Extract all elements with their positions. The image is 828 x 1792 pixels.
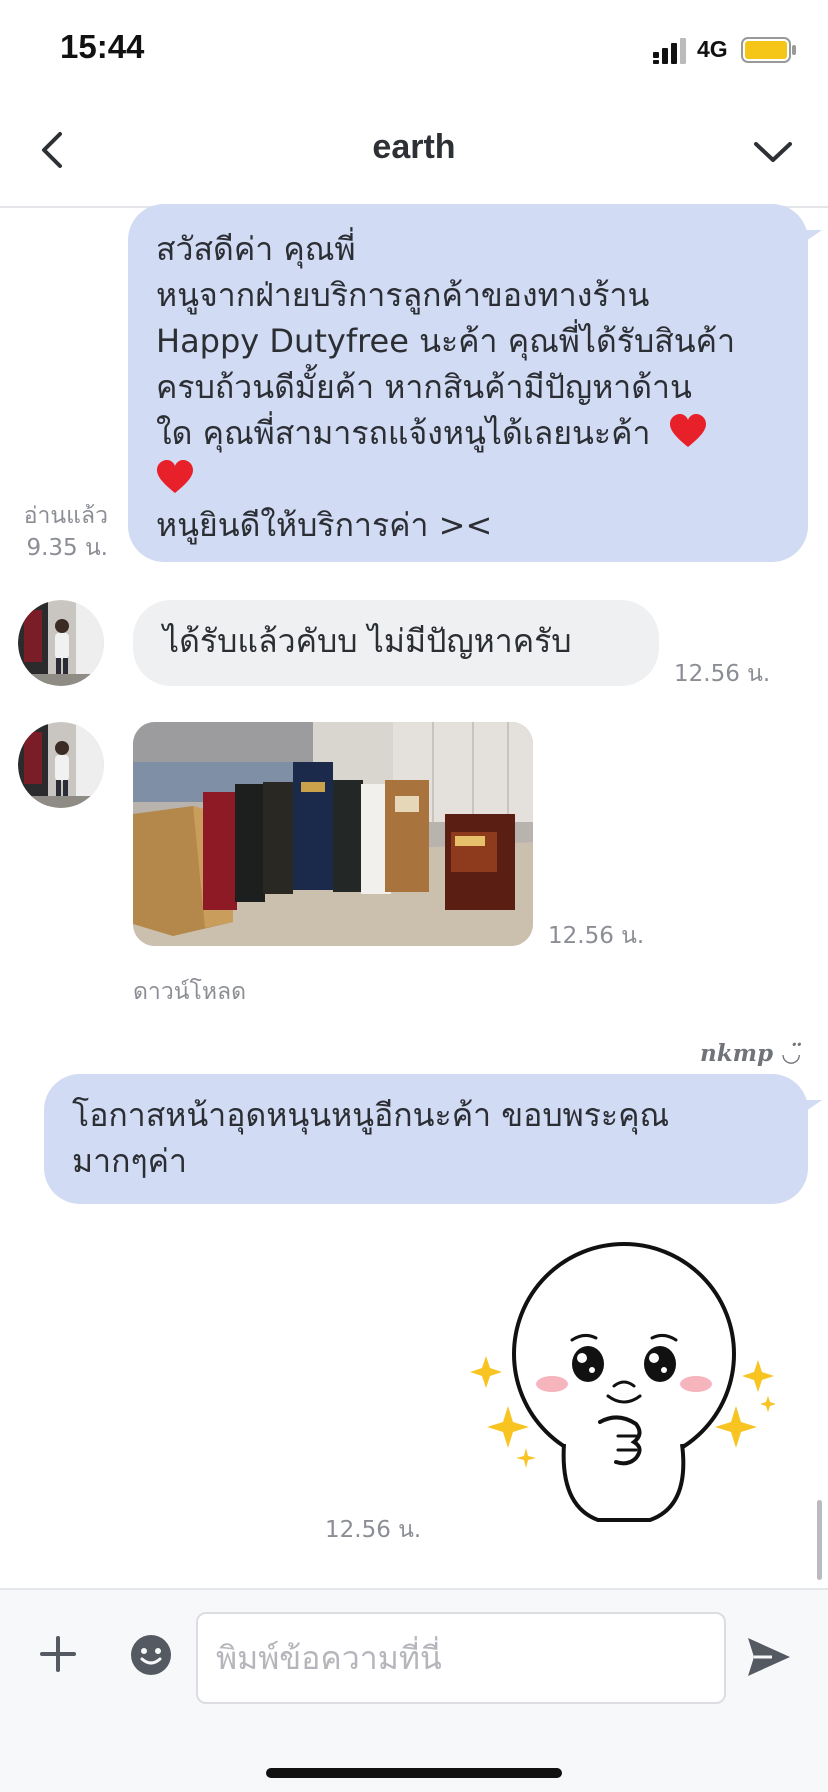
smile-icon[interactable] bbox=[130, 1634, 172, 1676]
input-bar bbox=[0, 1588, 828, 1792]
message-text: ได้รับแล้วคับบ ไม่มีปัญหาครับ bbox=[163, 622, 572, 660]
chat-header: earth bbox=[0, 100, 828, 208]
message-time: 12.56 น. bbox=[325, 1517, 422, 1543]
message-line: โอกาสหน้าอุดหนุนหนูอีกนะค้า ขอบพระคุณ bbox=[72, 1096, 670, 1134]
message-line: หนูยินดีให้บริการค่า >< bbox=[156, 506, 493, 544]
message-line-with-heart: ใด คุณพี่สามารถแจ้งหนูได้เลยนะค้า bbox=[156, 410, 780, 456]
read-receipt: อ่านแล้ว 9.35 น. bbox=[18, 500, 108, 564]
status-time: 15:44 bbox=[60, 28, 145, 65]
heart-icon bbox=[157, 460, 193, 493]
chat-screen: 15:44 4G earth สวัสดีค่า คุณพี่ หนูจากฝ่… bbox=[0, 0, 828, 1792]
chat-title: earth bbox=[372, 128, 456, 166]
message-line: ครบถ้วนดีมั้ยค้า หากสินค้ามีปัญหาด้าน bbox=[156, 368, 692, 406]
message-line: ใด คุณพี่สามารถแจ้งหนูได้เลยนะค้า bbox=[156, 414, 651, 452]
whisky-boxes-photo[interactable] bbox=[133, 722, 533, 946]
signal-icon bbox=[653, 38, 686, 64]
cony-sticker[interactable] bbox=[468, 1236, 780, 1526]
read-label: อ่านแล้ว bbox=[23, 503, 108, 529]
bubble-tail bbox=[796, 230, 822, 248]
scrollbar[interactable] bbox=[817, 1500, 822, 1580]
message-input[interactable] bbox=[196, 1612, 726, 1704]
send-icon[interactable] bbox=[746, 1636, 792, 1678]
outgoing-message-bubble[interactable]: สวัสดีค่า คุณพี่ หนูจากฝ่ายบริการลูกค้าข… bbox=[128, 204, 808, 562]
sender-label: nkmp ◡̈ bbox=[700, 1040, 802, 1067]
incoming-message-bubble[interactable]: ได้รับแล้วคับบ ไม่มีปัญหาครับ bbox=[133, 600, 659, 686]
message-line: สวัสดีค่า คุณพี่ bbox=[156, 230, 356, 268]
message-time: 9.35 น. bbox=[26, 535, 108, 561]
outgoing-message-bubble[interactable]: โอกาสหน้าอุดหนุนหนูอีกนะค้า ขอบพระคุณ มา… bbox=[44, 1074, 808, 1204]
heart-icon bbox=[669, 414, 706, 447]
message-line: หนูจากฝ่ายบริการลูกค้าของทางร้าน bbox=[156, 276, 650, 314]
battery-icon bbox=[741, 37, 796, 63]
chevron-down-icon[interactable] bbox=[752, 136, 794, 166]
message-time: 12.56 น. bbox=[548, 923, 645, 949]
avatar[interactable] bbox=[18, 600, 104, 686]
heart-line bbox=[156, 456, 780, 502]
message-line: มากๆค่า bbox=[72, 1142, 187, 1180]
message-line: Happy Dutyfree นะค้า คุณพี่ได้รับสินค้า bbox=[156, 322, 736, 360]
avatar[interactable] bbox=[18, 722, 104, 808]
message-time: 12.56 น. bbox=[674, 661, 771, 687]
bubble-tail bbox=[796, 1100, 822, 1118]
network-label: 4G bbox=[697, 36, 728, 62]
plus-icon[interactable] bbox=[38, 1634, 78, 1674]
home-indicator bbox=[266, 1768, 562, 1778]
download-link[interactable]: ดาวน์โหลด bbox=[133, 974, 246, 1010]
status-bar: 15:44 4G bbox=[0, 0, 828, 100]
